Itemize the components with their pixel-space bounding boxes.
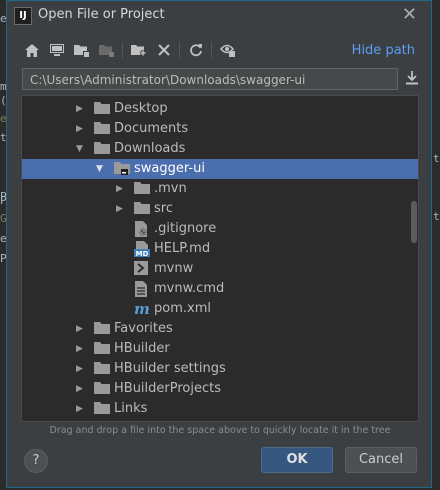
maven-file-icon: m [134,300,150,318]
folder-icon [94,361,110,377]
folder-icon [134,181,150,197]
tree-row[interactable]: ▼ Downloads [22,139,418,159]
drag-drop-hint: Drag and drop a file into the space abov… [49,425,391,436]
show-hidden-files-icon[interactable] [217,39,239,61]
dialog-title: Open File or Project [38,7,165,22]
tree-row[interactable]: MD HELP.md [22,239,418,259]
folder-icon [94,321,110,337]
tree-row[interactable]: ▶ Documents [22,119,418,139]
tree-row[interactable]: ▶ HBuilder [22,339,418,359]
tree-row[interactable]: ▶ HBuilderProjects [22,379,418,399]
tree-row-label: HBuilder settings [114,361,226,376]
collapsed-arrow-icon[interactable]: ▶ [76,104,86,114]
shell-script-icon [134,261,150,277]
tree-row-label: pom.xml [154,301,211,316]
background-fragment: t [433,210,440,223]
path-field[interactable] [22,68,398,91]
background-fragment: t [433,152,440,165]
collapsed-arrow-icon[interactable]: ▶ [76,344,86,354]
folder-icon [134,201,150,217]
tree-row-label: Downloads [114,141,186,156]
open-file-dialog: IJ Open File or Project ✕ Hide path C:\U… [6,0,432,488]
toolbar: Hide path [21,39,421,63]
folder-icon [94,381,110,397]
folder-icon [94,121,110,137]
tree-row-label: HBuilderProjects [114,381,222,396]
desktop-icon[interactable] [46,39,68,61]
tree-row[interactable]: ▶ HBuilder settings [22,359,418,379]
delete-icon[interactable] [153,39,175,61]
collapsed-arrow-icon[interactable]: ▶ [76,384,86,394]
home-icon[interactable] [21,39,43,61]
collapsed-arrow-icon[interactable]: ▶ [116,204,126,214]
new-folder-icon[interactable] [128,39,150,61]
tree-row[interactable]: mvnw.cmd [22,279,418,299]
tree-row-label: .mvn [154,181,187,196]
tree-row-label: mvnw [154,261,194,276]
tree-row[interactable]: ▶ Links [22,399,418,419]
collapsed-arrow-icon[interactable]: ▶ [76,404,86,414]
tree-scrollbar[interactable] [411,201,417,243]
toolbar-separator [179,42,180,58]
module-directory-icon[interactable] [96,39,118,61]
tree-row[interactable]: m pom.xml [22,299,418,319]
folder-icon [94,341,110,357]
tree-row[interactable]: mvnw [22,259,418,279]
tree-row-label: src [154,201,173,216]
project-folder-icon [114,161,130,177]
ok-button[interactable]: OK [261,447,333,473]
collapsed-arrow-icon[interactable]: ▶ [76,364,86,374]
cancel-button[interactable]: Cancel [345,447,417,473]
markdown-file-icon: MD [134,241,150,258]
refresh-icon[interactable] [185,39,207,61]
tree-row-label: HELP.md [154,241,211,256]
collapsed-arrow-icon[interactable]: ▶ [76,124,86,134]
tree-row[interactable]: ▶ Favorites [22,319,418,339]
tree-row[interactable]: .gitignore [22,219,418,239]
svg-text:MD: MD [136,250,149,257]
svg-text:m: m [134,301,150,315]
tree-row-label: Favorites [114,321,173,336]
tree-row-label: .gitignore [154,221,217,236]
tree-row-label: Links [114,401,148,416]
tree-row[interactable]: ▶ Desktop [22,99,418,119]
tree-row-label: Documents [114,121,189,136]
tree-row[interactable]: ▼ swagger-ui [22,159,418,179]
collapsed-arrow-icon[interactable]: ▶ [116,184,126,194]
download-icon[interactable] [406,71,418,89]
tree-row[interactable]: ▶ .mvn [22,179,418,199]
project-directory-icon[interactable] [71,39,93,61]
hide-path-link[interactable]: Hide path [352,43,415,58]
text-file-icon [134,281,150,297]
tree-row-label: mvnw.cmd [154,281,225,296]
folder-icon [94,401,110,417]
tree-row-label: swagger-ui [134,161,205,176]
gitignore-file-icon [134,221,150,237]
toolbar-separator [122,42,123,58]
folder-icon [94,141,110,157]
expanded-arrow-icon[interactable]: ▼ [76,144,86,154]
tree-row-label: HBuilder [114,341,170,356]
tree-row-label: Desktop [114,101,168,116]
tree-row[interactable]: ▶ src [22,199,418,219]
title-bar: IJ Open File or Project ✕ [7,1,431,31]
expanded-arrow-icon[interactable]: ▼ [96,164,106,174]
close-icon[interactable]: ✕ [402,4,417,25]
file-tree[interactable]: ▶ Desktop ▶ Documents ▼ Downloads ▼ swagger-ui ▶… [21,95,419,422]
intellij-app-icon: IJ [14,7,32,25]
folder-icon [94,101,110,117]
collapsed-arrow-icon[interactable]: ▶ [76,324,86,334]
help-button[interactable]: ? [24,449,48,473]
path-input[interactable] [28,69,392,91]
toolbar-separator [211,42,212,58]
